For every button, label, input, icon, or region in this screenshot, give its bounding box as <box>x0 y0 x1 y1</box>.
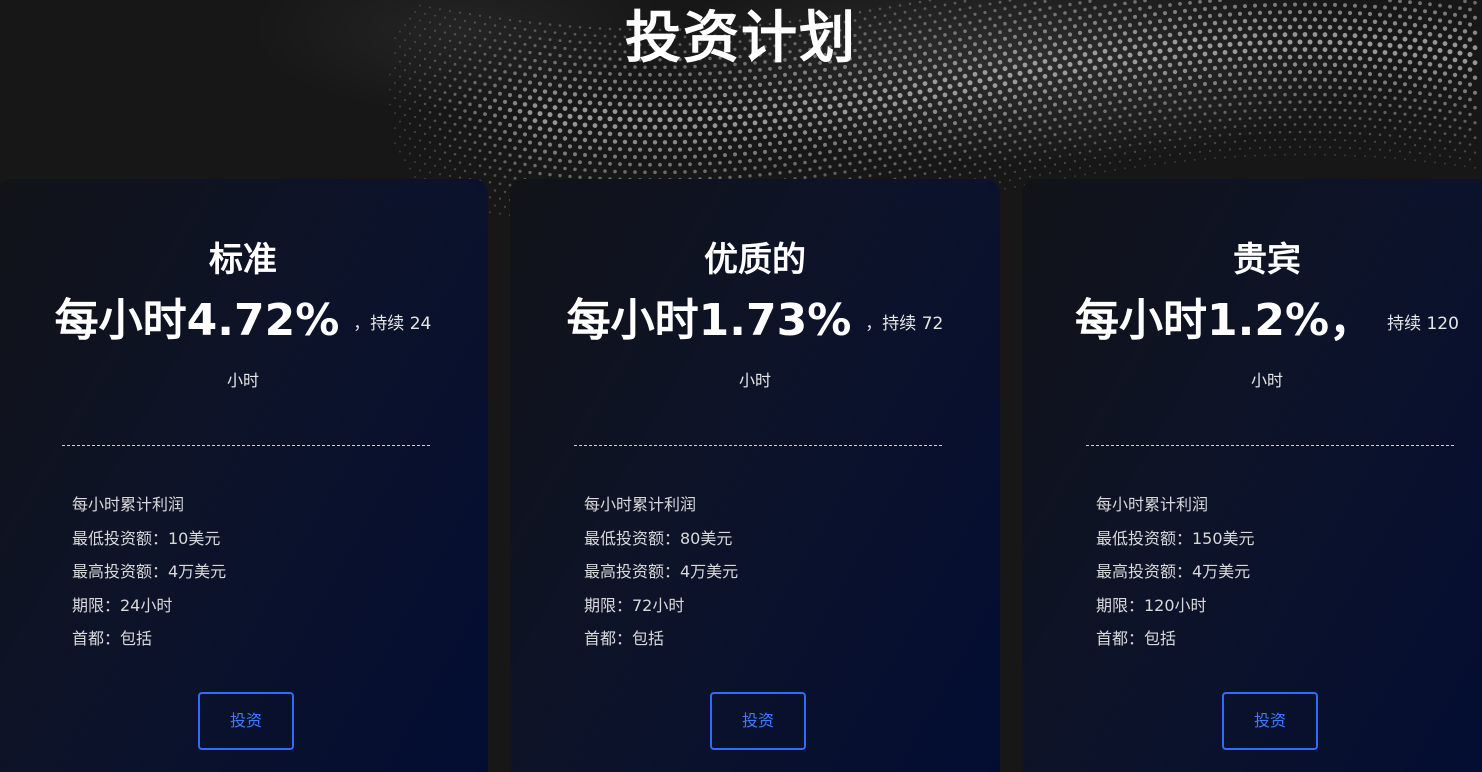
invest-button[interactable]: 投资 <box>710 692 806 750</box>
divider <box>62 445 430 446</box>
plan-card-vip: 贵宾 每小时1.2%， 持续 120 小时 每小时累计利润 最低投资额：150美元… <box>1022 179 1482 772</box>
plan-details: 每小时累计利润 最低投资额：150美元 最高投资额：4万美元 期限：120小时 … <box>1096 488 1255 656</box>
invest-button[interactable]: 投资 <box>198 692 294 750</box>
plan-name: 优质的 <box>704 240 806 280</box>
detail-profit: 每小时累计利润 <box>584 495 697 514</box>
hourly-rate: 每小时4.72% <box>54 295 340 346</box>
plan-details: 每小时累计利润 最低投资额：10美元 最高投资额：4万美元 期限：24小时 首都… <box>72 488 226 656</box>
detail-term: 期限：72小时 <box>584 595 685 615</box>
detail-capital: 首都：包括 <box>584 629 665 649</box>
detail-capital: 首都：包括 <box>1096 629 1177 649</box>
detail-profit: 每小时累计利润 <box>1096 495 1209 514</box>
duration-unit: 小时 <box>226 371 259 390</box>
duration-text: 持续 120 <box>1387 314 1459 334</box>
detail-min-investment: 最低投资额：10美元 <box>72 528 221 548</box>
page-title: 投资计划 <box>625 6 857 71</box>
duration-unit: 小时 <box>738 371 771 390</box>
rate-row: 每小时1.73% ，持续 72 <box>510 291 1000 351</box>
duration-text: ，持续 24 <box>353 314 432 334</box>
hourly-rate: 每小时1.2%， <box>1075 295 1374 346</box>
plan-name: 贵宾 <box>1233 240 1301 280</box>
detail-term: 期限：120小时 <box>1096 595 1207 615</box>
rate-row: 每小时4.72% ，持续 24 <box>0 291 488 351</box>
investment-plans-page: 投资计划 标准 每小时4.72% ，持续 24 小时 每小时累计利润 最低投资额：… <box>0 0 1482 772</box>
detail-min-investment: 最低投资额：80美元 <box>584 528 733 548</box>
duration-text: ，持续 72 <box>865 314 944 334</box>
detail-max-investment: 最高投资额：4万美元 <box>584 562 739 582</box>
plan-name: 标准 <box>209 240 277 280</box>
duration-unit: 小时 <box>1250 371 1283 390</box>
detail-term: 期限：24小时 <box>72 595 173 615</box>
hourly-rate: 每小时1.73% <box>566 295 852 346</box>
plan-card-premium: 优质的 每小时1.73% ，持续 72 小时 每小时累计利润 最低投资额：80美元… <box>510 179 1000 772</box>
plan-card-standard: 标准 每小时4.72% ，持续 24 小时 每小时累计利润 最低投资额：10美元 … <box>0 179 488 772</box>
detail-profit: 每小时累计利润 <box>72 495 185 514</box>
plan-details: 每小时累计利润 最低投资额：80美元 最高投资额：4万美元 期限：72小时 首都… <box>584 488 738 656</box>
rate-row: 每小时1.2%， 持续 120 <box>1022 291 1482 351</box>
detail-capital: 首都：包括 <box>72 629 153 649</box>
invest-button[interactable]: 投资 <box>1222 692 1318 750</box>
detail-min-investment: 最低投资额：150美元 <box>1096 528 1255 548</box>
detail-max-investment: 最高投资额：4万美元 <box>1096 562 1251 582</box>
divider <box>1086 445 1454 446</box>
detail-max-investment: 最高投资额：4万美元 <box>72 562 227 582</box>
divider <box>574 445 942 446</box>
